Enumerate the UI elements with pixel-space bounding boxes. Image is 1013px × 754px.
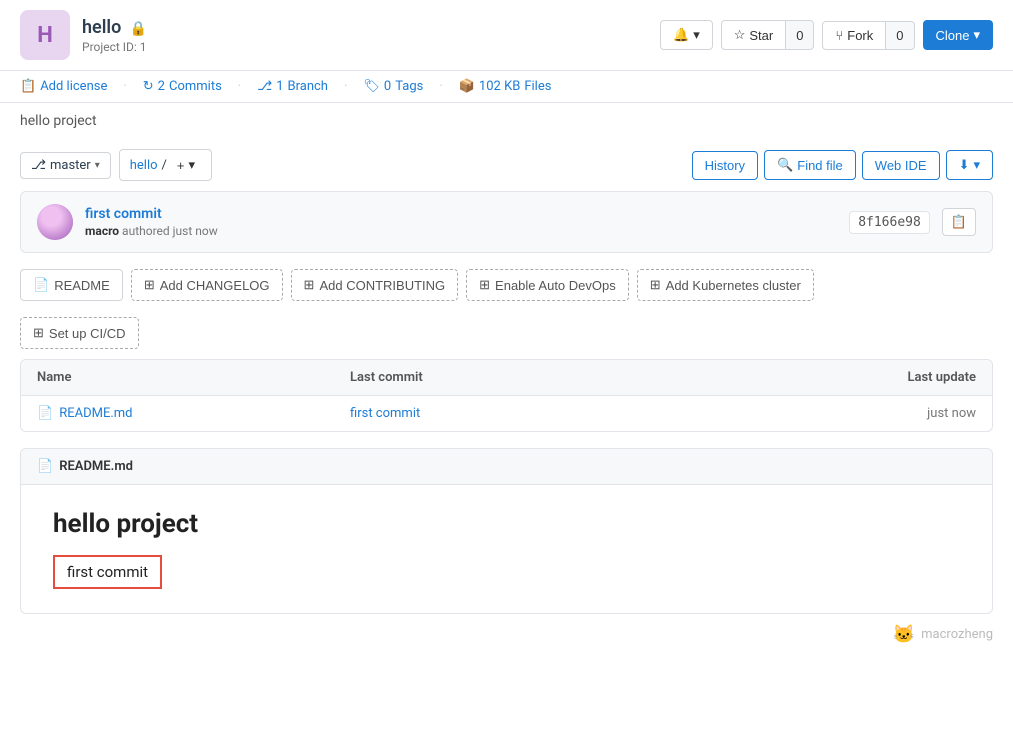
top-actions: 🔔 ▾ ☆ Star 0 ⑂ Fork 0 Clone ▾ xyxy=(660,20,993,50)
path-link[interactable]: hello xyxy=(130,158,158,173)
fork-group: ⑂ Fork 0 xyxy=(822,21,914,50)
add-license-link[interactable]: 📋 Add license xyxy=(20,79,107,94)
quick-actions: 📄 README ⊞ Add CHANGELOG ⊞ Add CONTRIBUT… xyxy=(0,253,1013,317)
branches-link[interactable]: ⎇ 1 Branch xyxy=(257,79,328,94)
find-file-button[interactable]: 🔍 Find file xyxy=(764,150,856,180)
commit-meta: macro authored just now xyxy=(85,224,837,238)
chevron-down-icon: ▾ xyxy=(973,27,980,43)
commit-hash[interactable]: 8f166e98 xyxy=(849,211,930,234)
fork-button[interactable]: ⑂ Fork xyxy=(822,21,886,50)
file-link[interactable]: 📄 README.md xyxy=(37,406,350,421)
readme-button[interactable]: 📄 README xyxy=(20,269,123,301)
project-avatar: H xyxy=(20,10,70,60)
readme-section: 📄 README.md hello project first commit xyxy=(20,448,993,614)
web-ide-button[interactable]: Web IDE xyxy=(862,151,940,180)
chevron-down-icon: ▾ xyxy=(189,157,196,173)
more-options-button[interactable]: ⬇ ▾ xyxy=(946,150,993,180)
license-icon: 📋 xyxy=(20,79,36,94)
col-last-commit: Last commit xyxy=(350,370,663,385)
repo-toolbar: ⎇ master ▾ hello / + ▾ History 🔍 Find fi… xyxy=(0,139,1013,191)
chevron-down-icon: ▾ xyxy=(973,157,980,173)
copy-hash-button[interactable]: 📋 xyxy=(942,208,976,236)
star-count[interactable]: 0 xyxy=(786,20,814,50)
sub-nav: 📋 Add license · ↻ 2 Commits · ⎇ 1 Branch… xyxy=(0,71,1013,103)
download-icon: ⬇ xyxy=(959,157,970,173)
toolbar-right: History 🔍 Find file Web IDE ⬇ ▾ xyxy=(692,150,993,180)
add-path-button[interactable]: + ▾ xyxy=(171,155,201,175)
copy-icon: 📋 xyxy=(951,214,967,229)
tags-link[interactable]: 🏷 0 Tags xyxy=(363,79,423,94)
star-button[interactable]: ☆ Star xyxy=(721,20,787,50)
separator: · xyxy=(238,79,241,94)
enable-auto-devops-button[interactable]: ⊞ Enable Auto DevOps xyxy=(466,269,629,301)
plus-icon: + xyxy=(177,158,185,173)
watermark: 🐱 macrozheng xyxy=(0,614,1013,649)
branch-icon: ⎇ xyxy=(257,79,272,94)
plus-icon: ⊞ xyxy=(650,277,661,293)
plus-icon: ⊞ xyxy=(479,277,490,293)
watermark-icon: 🐱 xyxy=(893,624,915,645)
file-icon: 📄 xyxy=(33,277,49,293)
branch-icon: ⎇ xyxy=(31,158,46,173)
tag-icon: 🏷 xyxy=(363,79,380,94)
readme-header: 📄 README.md xyxy=(21,449,992,485)
star-group: ☆ Star 0 xyxy=(721,20,815,50)
commits-icon: ↻ xyxy=(143,79,154,94)
fork-icon: ⑂ xyxy=(835,28,843,43)
avatar-image xyxy=(37,204,73,240)
add-kubernetes-button[interactable]: ⊞ Add Kubernetes cluster xyxy=(637,269,814,301)
plus-icon: ⊞ xyxy=(304,277,315,293)
separator: · xyxy=(439,79,442,94)
project-name: hello 🔒 xyxy=(82,17,660,38)
table-row: 📄 README.md first commit just now xyxy=(21,396,992,431)
commit-bar: first commit macro authored just now 8f1… xyxy=(20,191,993,253)
commit-message[interactable]: first commit xyxy=(85,206,837,222)
add-changelog-button[interactable]: ⊞ Add CHANGELOG xyxy=(131,269,283,301)
file-table-header: Name Last commit Last update xyxy=(21,360,992,396)
project-id: Project ID: 1 xyxy=(82,40,660,54)
separator: · xyxy=(344,79,347,94)
top-bar: H hello 🔒 Project ID: 1 🔔 ▾ ☆ Star 0 ⑂ F… xyxy=(0,0,1013,71)
commits-link[interactable]: ↻ 2 Commits xyxy=(143,79,222,94)
project-description: hello project xyxy=(0,103,1013,139)
notification-button[interactable]: 🔔 ▾ xyxy=(660,20,713,50)
readme-content: hello project first commit xyxy=(21,485,992,613)
commit-details: first commit macro authored just now xyxy=(85,206,837,238)
search-icon: 🔍 xyxy=(777,157,793,173)
col-name: Name xyxy=(37,370,350,385)
readme-title: hello project xyxy=(53,509,960,539)
plus-icon: ⊞ xyxy=(33,325,44,341)
file-last-commit[interactable]: first commit xyxy=(350,406,663,421)
col-last-update: Last update xyxy=(663,370,976,385)
history-button[interactable]: History xyxy=(692,151,758,180)
separator: · xyxy=(123,79,126,94)
project-info: hello 🔒 Project ID: 1 xyxy=(82,17,660,54)
file-last-update: just now xyxy=(663,406,976,421)
star-icon: ☆ xyxy=(734,27,746,43)
files-link[interactable]: 📦 102 KB Files xyxy=(459,79,552,94)
files-icon: 📦 xyxy=(459,79,475,94)
commit-message-link[interactable]: first commit xyxy=(85,206,162,222)
cicd-action-row: ⊞ Set up CI/CD xyxy=(0,317,1013,359)
chevron-down-icon: ▾ xyxy=(693,27,700,43)
file-table: Name Last commit Last update 📄 README.md… xyxy=(20,359,993,432)
path-nav: hello / + ▾ xyxy=(119,149,212,181)
chevron-down-icon: ▾ xyxy=(95,160,100,171)
readme-highlighted-text: first commit xyxy=(53,555,162,589)
plus-icon: ⊞ xyxy=(144,277,155,293)
lock-icon: 🔒 xyxy=(130,21,147,37)
commit-avatar xyxy=(37,204,73,240)
branch-selector[interactable]: ⎇ master ▾ xyxy=(20,152,111,179)
commit-author: macro xyxy=(85,224,119,238)
add-contributing-button[interactable]: ⊞ Add CONTRIBUTING xyxy=(291,269,459,301)
file-icon: 📄 xyxy=(37,459,53,474)
clone-button[interactable]: Clone ▾ xyxy=(923,20,994,50)
setup-cicd-button[interactable]: ⊞ Set up CI/CD xyxy=(20,317,139,349)
bell-icon: 🔔 xyxy=(673,27,689,43)
file-icon: 📄 xyxy=(37,406,53,421)
fork-count[interactable]: 0 xyxy=(886,21,914,50)
